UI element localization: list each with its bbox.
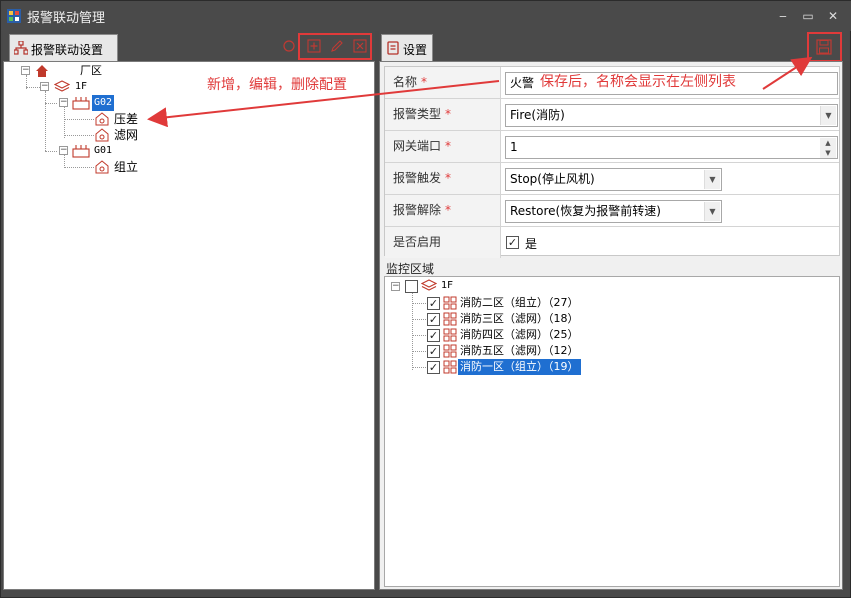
- alarm-trigger-value: Stop(停止风机): [510, 172, 595, 186]
- alarm-release-label: 报警解除: [393, 203, 442, 217]
- row-alarm-type: 报警类型 * Fire(消防) ▼: [385, 99, 839, 131]
- expander-monitor-floor[interactable]: −: [391, 282, 400, 291]
- enabled-checkbox[interactable]: ✓: [506, 236, 519, 249]
- settings-panel: 名称* 火警 报警类型* Fire(消防) ▼ 网关端口* 1 ▲ ▼ 报: [379, 61, 843, 590]
- alarm-trigger-select[interactable]: Stop(停止风机) ▼: [505, 168, 722, 191]
- floor-label: 1F: [441, 280, 454, 291]
- expander-floor[interactable]: −: [40, 82, 49, 91]
- save-icon[interactable]: [816, 39, 832, 55]
- zone-label: 消防三区（滤网）（18）: [460, 312, 579, 325]
- zone-checkbox[interactable]: ✓: [427, 345, 440, 358]
- grid-zone-icon: [443, 312, 457, 326]
- name-label: 名称: [393, 75, 418, 89]
- alarm-release-select[interactable]: Restore(恢复为报警前转速) ▼: [505, 200, 722, 223]
- tree-panel: − 厂区 − 1F − G02 压差 滤网 − G01 组立 新增，编辑，删除配…: [3, 61, 375, 590]
- required-mark: *: [421, 75, 428, 89]
- property-grid: 名称* 火警 报警类型* Fire(消防) ▼ 网关端口* 1 ▲ ▼ 报: [384, 66, 840, 259]
- org-tree-icon: [14, 41, 28, 55]
- tree-node-label: 滤网: [114, 128, 139, 142]
- tree-node-label: 1F: [75, 81, 88, 92]
- app-window: 报警联动管理 ‒ ▭ ✕ 报警联动设置 − 厂区 − 1F − G02 压差 滤…: [0, 0, 851, 598]
- zone-label: 消防一区（组立）（19）: [458, 359, 581, 375]
- zone-label: 消防五区（滤网）（12）: [460, 344, 579, 357]
- zone-icon: [95, 128, 109, 142]
- grid-zone-icon: [443, 296, 457, 310]
- tab-label: 设置: [403, 43, 428, 57]
- annotation-left-note: 新增，编辑，删除配置: [207, 77, 347, 93]
- gateway-port-stepper[interactable]: 1 ▲ ▼: [505, 136, 838, 159]
- enabled-checkbox-label: 是: [525, 237, 538, 251]
- required-mark: *: [445, 203, 452, 217]
- required-mark: *: [445, 139, 452, 153]
- layers-icon: [421, 279, 437, 291]
- zone-label: 消防四区（滤网）（25）: [460, 328, 579, 341]
- tree-node-label: G01: [94, 145, 113, 156]
- edit-icon[interactable]: [330, 39, 344, 53]
- minimize-button[interactable]: ‒: [773, 7, 793, 25]
- name-value: 火警: [510, 76, 535, 90]
- row-enabled: 是否启用 ✓ 是: [385, 227, 839, 259]
- grid-zone-icon: [443, 360, 457, 374]
- tree-node-label: 压差: [114, 112, 139, 126]
- zone-icon: [95, 112, 109, 126]
- tab-alarm-link-settings[interactable]: 报警联动设置: [9, 34, 118, 61]
- chevron-down-icon[interactable]: ▼: [820, 106, 836, 125]
- tab-label: 报警联动设置: [31, 43, 104, 57]
- refresh-icon[interactable]: [282, 39, 296, 53]
- fan-group-icon: [72, 97, 90, 110]
- spin-up-icon[interactable]: ▲: [820, 138, 836, 148]
- alarm-link-tree: − 厂区 − 1F − G02 压差 滤网 − G01 组立: [4, 62, 374, 589]
- annotation-right-note: 保存后，名称会显示在左侧列表: [540, 74, 736, 90]
- gateway-port-value: 1: [510, 140, 518, 154]
- expander-root[interactable]: −: [21, 66, 30, 75]
- monitor-area-title: 监控区域: [386, 262, 435, 276]
- add-icon[interactable]: [307, 39, 321, 53]
- monitor-area-tree: − 1F ✓ 消防二区（组立）（27） ✓ 消防三区（滤网）（18） ✓ 消防四…: [384, 276, 840, 587]
- alarm-type-label: 报警类型: [393, 107, 442, 121]
- close-button[interactable]: ✕: [823, 7, 843, 25]
- right-tabstrip: 设置: [379, 31, 849, 61]
- title-bar: 报警联动管理 ‒ ▭ ✕: [1, 1, 851, 31]
- chevron-down-icon[interactable]: ▼: [704, 202, 720, 221]
- maximize-button[interactable]: ▭: [798, 7, 818, 25]
- tree-node-label: 厂区: [80, 64, 102, 77]
- window-title: 报警联动管理: [27, 11, 106, 26]
- alarm-type-value: Fire(消防): [510, 108, 565, 122]
- tab-settings[interactable]: 设置: [381, 34, 433, 61]
- expander-g02[interactable]: −: [59, 98, 68, 107]
- zone-checkbox[interactable]: ✓: [427, 361, 440, 374]
- chevron-down-icon[interactable]: ▼: [704, 170, 720, 189]
- layers-icon: [54, 80, 70, 92]
- zone-checkbox[interactable]: ✓: [427, 297, 440, 310]
- app-icon: [7, 9, 21, 23]
- row-gateway-port: 网关端口 * 1 ▲ ▼: [385, 131, 839, 163]
- alarm-trigger-label: 报警触发: [393, 171, 442, 185]
- tree-node-label: G02: [92, 95, 115, 111]
- required-mark: *: [445, 171, 452, 185]
- fan-group-icon: [72, 145, 90, 158]
- row-alarm-trigger: 报警触发 * Stop(停止风机) ▼: [385, 163, 839, 195]
- floor-checkbox[interactable]: [405, 280, 418, 293]
- alarm-release-value: Restore(恢复为报警前转速): [510, 204, 661, 218]
- grid-zone-icon: [443, 328, 457, 342]
- gateway-port-label: 网关端口: [393, 139, 442, 153]
- delete-icon[interactable]: [353, 39, 367, 53]
- zone-checkbox[interactable]: ✓: [427, 313, 440, 326]
- settings-doc-icon: [387, 41, 399, 55]
- zone-icon: [95, 160, 109, 174]
- row-alarm-release: 报警解除 * Restore(恢复为报警前转速) ▼: [385, 195, 839, 227]
- required-mark: *: [445, 107, 452, 121]
- home-icon: [36, 65, 48, 77]
- alarm-type-select[interactable]: Fire(消防) ▼: [505, 104, 838, 127]
- enabled-label: 是否启用: [393, 235, 442, 249]
- expander-g01[interactable]: −: [59, 146, 68, 155]
- grid-zone-icon: [443, 344, 457, 358]
- spin-down-icon[interactable]: ▼: [820, 148, 836, 158]
- zone-checkbox[interactable]: ✓: [427, 329, 440, 342]
- tree-node-label: 组立: [114, 160, 139, 174]
- zone-label: 消防二区（组立）（27）: [460, 296, 579, 309]
